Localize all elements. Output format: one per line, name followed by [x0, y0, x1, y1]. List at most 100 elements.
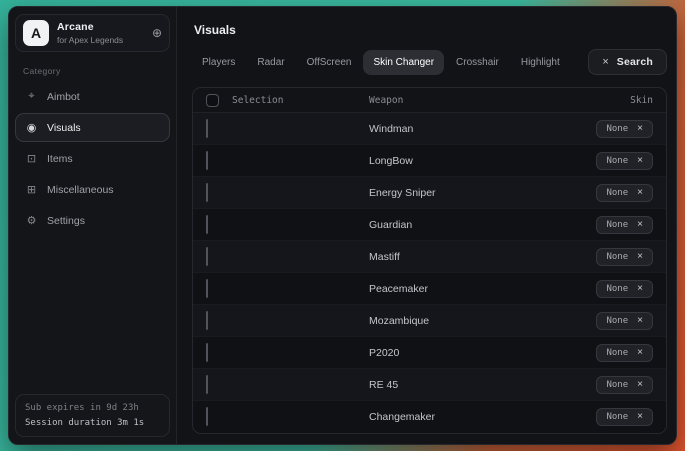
row-checkbox[interactable] [206, 343, 208, 362]
row-selection-cell [206, 280, 369, 298]
skin-value: None [606, 156, 628, 166]
clear-skin-icon[interactable]: × [637, 284, 643, 294]
skin-cell: None × [543, 216, 653, 234]
row-checkbox[interactable] [206, 407, 208, 426]
tab-crosshair[interactable]: Crosshair [446, 50, 509, 75]
sidebar-item-visuals[interactable]: ◉ Visuals [15, 113, 170, 142]
skin-select-badge[interactable]: None × [596, 120, 653, 138]
sidebar-item-label: Visuals [47, 122, 81, 134]
row-checkbox[interactable] [206, 375, 208, 394]
weapon-name: Mastiff [369, 251, 543, 263]
skin-value: None [606, 252, 628, 262]
tab-radar[interactable]: Radar [247, 50, 294, 75]
skin-select-badge[interactable]: None × [596, 152, 653, 170]
sidebar-item-items[interactable]: ⊡ Items [15, 144, 170, 173]
items-box-icon: ⊡ [25, 152, 38, 165]
sidebar-item-label: Miscellaneous [47, 184, 114, 196]
settings-gear-icon: ⚙ [25, 214, 38, 227]
tab-skin-changer[interactable]: Skin Changer [363, 50, 444, 75]
weapon-name: Guardian [369, 219, 543, 231]
sidebar-item-miscellaneous[interactable]: ⊞ Miscellaneous [15, 175, 170, 204]
skin-cell: None × [543, 280, 653, 298]
weapon-header-label: Weapon [369, 95, 543, 106]
app-tagline: for Apex Legends [57, 35, 144, 45]
skin-value: None [606, 412, 628, 422]
sidebar: A Arcane for Apex Legends ⊕ Category ⌖ A… [9, 7, 177, 444]
toolbar: PlayersRadarOffScreenSkin ChangerCrossha… [192, 49, 667, 75]
table-header-selection: Selection [206, 94, 369, 107]
clear-skin-icon[interactable]: × [637, 380, 643, 390]
skin-select-badge[interactable]: None × [596, 184, 653, 202]
search-button-label: Search [617, 56, 653, 68]
search-button[interactable]: × Search [588, 49, 667, 75]
skin-select-badge[interactable]: None × [596, 216, 653, 234]
aimbot-crosshair-icon: ⌖ [25, 90, 38, 103]
skin-changer-table: Selection Weapon Skin Windman None × Lon… [192, 87, 667, 434]
row-selection-cell [206, 120, 369, 138]
row-checkbox[interactable] [206, 151, 208, 170]
table-body: Windman None × LongBow None × Energy Sni… [193, 113, 666, 433]
tab-offscreen[interactable]: OffScreen [297, 50, 362, 75]
skin-cell: None × [543, 184, 653, 202]
main-panel: Visuals PlayersRadarOffScreenSkin Change… [177, 7, 676, 444]
weapon-name: Changemaker [369, 411, 543, 423]
row-checkbox[interactable] [206, 247, 208, 266]
select-all-checkbox[interactable] [206, 94, 219, 107]
skin-select-badge[interactable]: None × [596, 408, 653, 426]
row-selection-cell [206, 184, 369, 202]
row-selection-cell [206, 216, 369, 234]
weapon-name: P2020 [369, 347, 543, 359]
row-checkbox[interactable] [206, 215, 208, 234]
weapon-name: Mozambique [369, 315, 543, 327]
clear-skin-icon[interactable]: × [637, 220, 643, 230]
skin-header-label: Skin [543, 95, 653, 106]
skin-cell: None × [543, 248, 653, 266]
skin-cell: None × [543, 408, 653, 426]
row-selection-cell [206, 248, 369, 266]
skin-select-badge[interactable]: None × [596, 376, 653, 394]
clear-skin-icon[interactable]: × [637, 316, 643, 326]
tab-bar: PlayersRadarOffScreenSkin ChangerCrossha… [192, 50, 570, 75]
skin-select-badge[interactable]: None × [596, 312, 653, 330]
target-icon[interactable]: ⊕ [152, 26, 162, 40]
app-name: Arcane [57, 21, 144, 33]
table-row: Windman None × [193, 113, 666, 145]
tab-highlight[interactable]: Highlight [511, 50, 570, 75]
clear-skin-icon[interactable]: × [637, 252, 643, 262]
weapon-name: RE 45 [369, 379, 543, 391]
table-row: Peacemaker None × [193, 273, 666, 305]
desktop-background: A Arcane for Apex Legends ⊕ Category ⌖ A… [0, 0, 685, 451]
clear-skin-icon[interactable]: × [637, 188, 643, 198]
row-selection-cell [206, 312, 369, 330]
skin-select-badge[interactable]: None × [596, 248, 653, 266]
row-checkbox[interactable] [206, 119, 208, 138]
sidebar-item-label: Settings [47, 215, 85, 227]
category-label: Category [23, 66, 170, 76]
table-row: Changemaker None × [193, 401, 666, 433]
search-clear-icon: × [602, 57, 608, 68]
skin-value: None [606, 124, 628, 134]
skin-cell: None × [543, 344, 653, 362]
table-row: P2020 None × [193, 337, 666, 369]
clear-skin-icon[interactable]: × [637, 348, 643, 358]
skin-select-badge[interactable]: None × [596, 280, 653, 298]
clear-skin-icon[interactable]: × [637, 412, 643, 422]
table-row: Guardian None × [193, 209, 666, 241]
row-checkbox[interactable] [206, 279, 208, 298]
weapon-name: Windman [369, 123, 543, 135]
row-checkbox[interactable] [206, 183, 208, 202]
skin-value: None [606, 316, 628, 326]
sidebar-item-settings[interactable]: ⚙ Settings [15, 206, 170, 235]
row-checkbox[interactable] [206, 311, 208, 330]
clear-skin-icon[interactable]: × [637, 124, 643, 134]
sidebar-item-aimbot[interactable]: ⌖ Aimbot [15, 82, 170, 111]
clear-skin-icon[interactable]: × [637, 156, 643, 166]
sub-expiry-text: Sub expires in 9d 23h [25, 403, 160, 413]
tab-players[interactable]: Players [192, 50, 245, 75]
sidebar-item-label: Items [47, 153, 73, 165]
app-window: A Arcane for Apex Legends ⊕ Category ⌖ A… [8, 6, 677, 445]
weapon-name: LongBow [369, 155, 543, 167]
skin-cell: None × [543, 120, 653, 138]
row-selection-cell [206, 408, 369, 426]
skin-select-badge[interactable]: None × [596, 344, 653, 362]
